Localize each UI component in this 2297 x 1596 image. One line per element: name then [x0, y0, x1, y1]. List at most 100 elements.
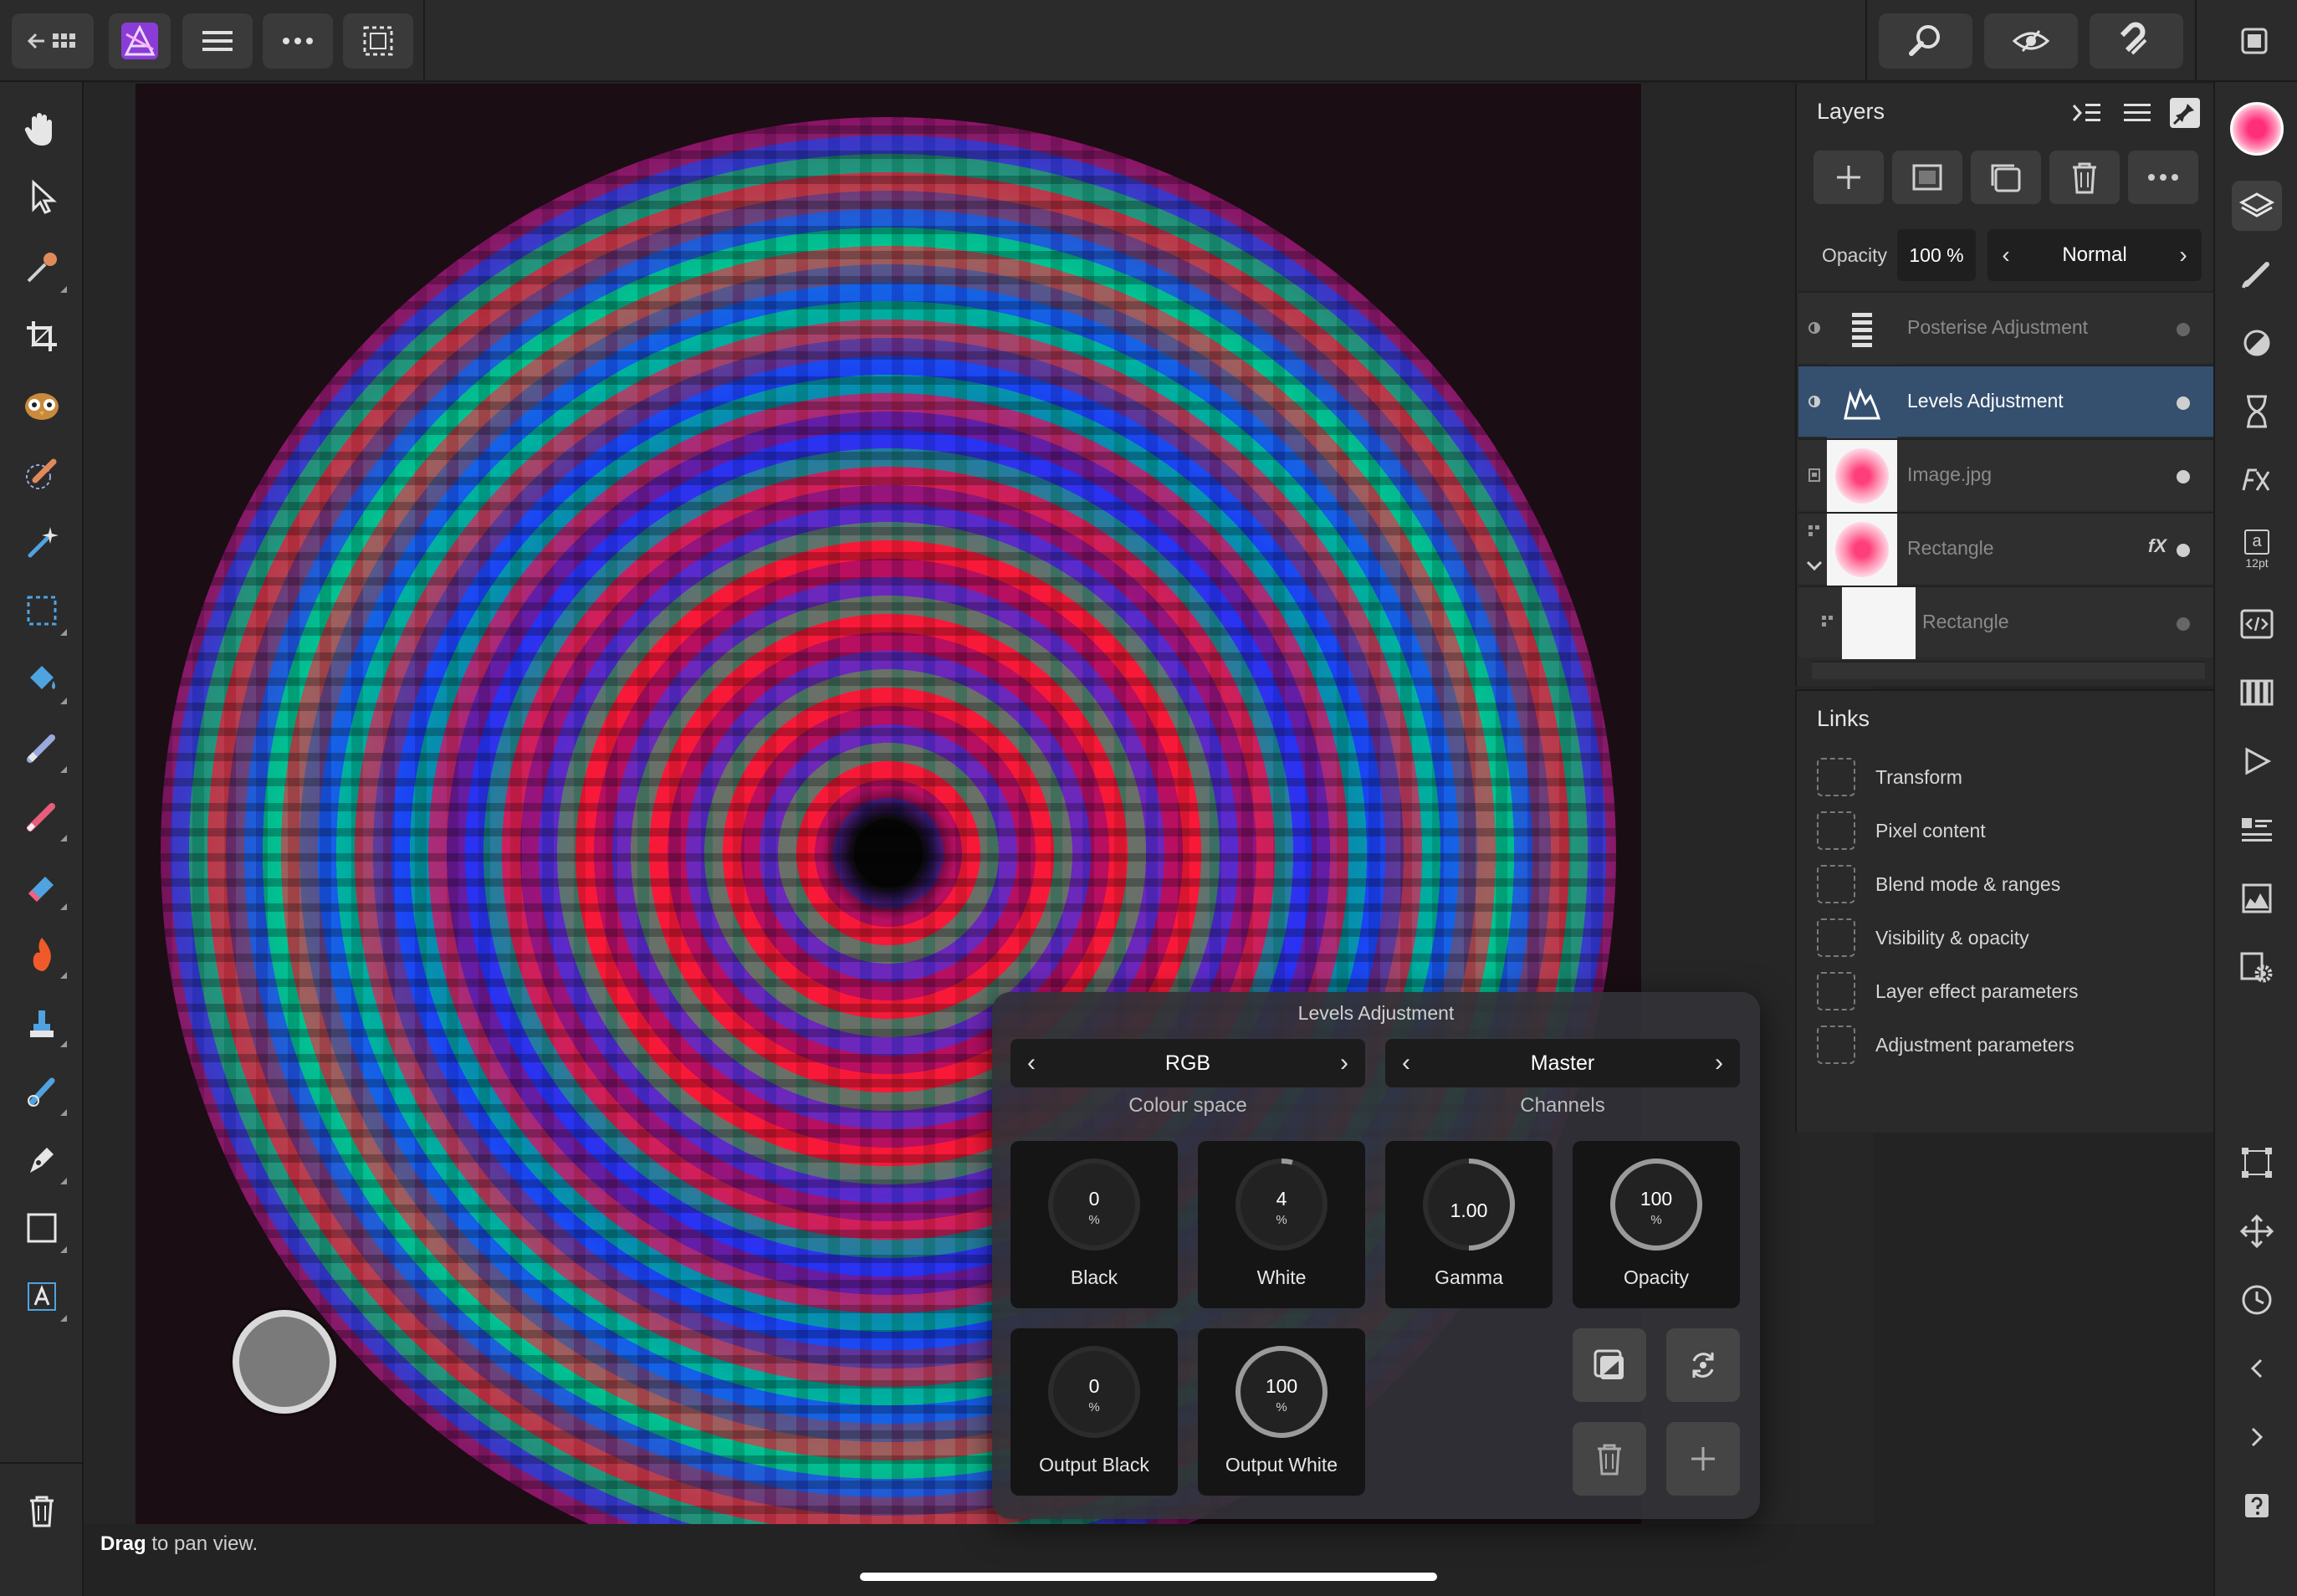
layer-visibility-toggle[interactable]	[2177, 323, 2190, 336]
move-studio-button[interactable]	[2232, 1206, 2282, 1256]
macro-studio-button[interactable]	[2232, 599, 2282, 649]
add-preset-button[interactable]	[1666, 1422, 1740, 1496]
pin-panel-button[interactable]	[2170, 98, 2200, 128]
layer-visibility-toggle[interactable]	[2177, 396, 2190, 410]
gamma-dial-card[interactable]: 1.00 Gamma	[1385, 1141, 1553, 1308]
move-tool[interactable]	[15, 171, 69, 224]
delete-adjustment-button[interactable]	[1573, 1422, 1646, 1496]
channels-studio-button[interactable]	[2232, 668, 2282, 718]
selection-brush-tool[interactable]	[15, 447, 69, 500]
snapping-button[interactable]	[2090, 13, 2183, 69]
white-level-dial-card[interactable]: 4 % White	[1198, 1141, 1365, 1308]
persona-photo-button[interactable]	[109, 13, 171, 69]
white-level-dial[interactable]: 4 %	[1231, 1154, 1332, 1255]
clone-brush-tool[interactable]	[15, 995, 69, 1049]
marquee-tool[interactable]	[15, 584, 69, 637]
fullscreen-button[interactable]	[2227, 13, 2282, 69]
panel-menu-button[interactable]	[2120, 95, 2155, 130]
reset-adjustment-button[interactable]	[1666, 1328, 1740, 1402]
history-studio-button[interactable]	[2232, 386, 2282, 437]
channels-selector[interactable]: ‹ Master ›	[1385, 1039, 1740, 1087]
help-button[interactable]	[2232, 1481, 2282, 1531]
layer-row[interactable]: Image.jpg	[1798, 438, 2213, 512]
chevron-left-icon[interactable]: ‹	[1385, 1039, 1427, 1087]
colour-swatch-button[interactable]	[2230, 102, 2284, 156]
black-level-dial[interactable]: 0 %	[1044, 1154, 1144, 1255]
assets-studio-button[interactable]	[2232, 805, 2282, 855]
opacity-field[interactable]: 100 %	[1897, 229, 1976, 281]
opacity-dial-card[interactable]: 100 % Opacity	[1573, 1141, 1740, 1308]
redo-button[interactable]	[2232, 1412, 2282, 1462]
brushes-studio-button[interactable]	[2232, 249, 2282, 299]
blend-mode-selector[interactable]: ‹ Normal ›	[1987, 229, 2202, 281]
undo-button[interactable]	[2232, 1343, 2282, 1394]
layer-visibility-toggle[interactable]	[2177, 470, 2190, 483]
add-layer-button[interactable]	[1814, 151, 1884, 204]
character-studio-button[interactable]: a 12pt	[2232, 524, 2282, 574]
chevron-left-icon[interactable]: ‹	[1987, 229, 2024, 281]
black-level-dial-card[interactable]: 0 % Black	[1010, 1141, 1178, 1308]
selection-button[interactable]	[343, 13, 413, 69]
erase-brush-tool[interactable]	[15, 858, 69, 912]
colour-space-selector[interactable]: ‹ RGB ›	[1010, 1039, 1365, 1087]
output-black-dial-card[interactable]: 0 % Output Black	[1010, 1328, 1178, 1496]
histogram-studio-button[interactable]	[2232, 873, 2282, 923]
layer-options-button[interactable]	[2128, 151, 2198, 204]
pixel-brush-tool[interactable]	[15, 790, 69, 843]
menu-button[interactable]	[182, 13, 253, 69]
gamma-dial[interactable]: 1.00	[1419, 1154, 1519, 1255]
layer-row[interactable]: Rectangle	[1798, 586, 2213, 659]
colour-picker-tool[interactable]	[15, 241, 69, 294]
crop-tool[interactable]	[15, 309, 69, 363]
fx-studio-button[interactable]	[2232, 455, 2282, 505]
layer-visibility-toggle[interactable]	[2177, 617, 2190, 631]
checkbox[interactable]	[1817, 1026, 1855, 1064]
history-clock-button[interactable]	[2232, 1275, 2282, 1325]
output-white-dial-card[interactable]: 100 % Output White	[1198, 1328, 1365, 1496]
delete-button[interactable]	[15, 1484, 69, 1537]
artistic-text-tool[interactable]	[15, 1270, 69, 1323]
burn-brush-tool[interactable]	[15, 927, 69, 980]
chevron-left-icon[interactable]: ‹	[1010, 1039, 1052, 1087]
home-indicator[interactable]	[860, 1573, 1437, 1581]
output-black-dial[interactable]: 0 %	[1044, 1342, 1144, 1442]
collapse-panel-button[interactable]	[2069, 95, 2105, 130]
navigator-studio-button[interactable]	[2232, 736, 2282, 786]
layer-row-selected[interactable]: Levels Adjustment	[1798, 365, 2213, 438]
liquify-persona-tool[interactable]	[15, 378, 69, 432]
back-to-gallery-button[interactable]	[12, 13, 94, 69]
opacity-dial[interactable]: 100 %	[1606, 1154, 1706, 1255]
output-white-dial[interactable]: 100 %	[1231, 1342, 1332, 1442]
view-mode-button[interactable]	[1984, 13, 2078, 69]
transform-studio-button[interactable]	[2232, 1138, 2282, 1188]
add-mask-button[interactable]	[1892, 151, 1962, 204]
adjustments-studio-button[interactable]	[2232, 318, 2282, 368]
zoom-button[interactable]	[1879, 13, 1972, 69]
layer-row[interactable]: Posterise Adjustment	[1798, 291, 2213, 365]
rectangle-tool[interactable]	[15, 1201, 69, 1255]
layer-row[interactable]: Rectangle fX	[1798, 512, 2213, 586]
layers-studio-button[interactable]	[2232, 181, 2282, 231]
chevron-right-icon[interactable]: ›	[2165, 229, 2202, 281]
layer-visibility-toggle[interactable]	[2177, 544, 2190, 557]
checkbox[interactable]	[1817, 811, 1855, 850]
checkbox[interactable]	[1817, 972, 1855, 1010]
chevron-right-icon[interactable]: ›	[1698, 1039, 1740, 1087]
flood-select-tool[interactable]	[15, 515, 69, 569]
more-options-button[interactable]	[263, 13, 333, 69]
chevron-right-icon[interactable]: ›	[1323, 1039, 1365, 1087]
floating-modifier-button[interactable]	[233, 1310, 336, 1414]
checkbox[interactable]	[1817, 918, 1855, 957]
paint-brush-tool[interactable]	[15, 721, 69, 775]
flood-fill-tool[interactable]	[15, 652, 69, 706]
pen-tool[interactable]	[15, 1133, 69, 1186]
settings-studio-button[interactable]	[2232, 942, 2282, 992]
blemish-removal-tool[interactable]	[15, 1064, 69, 1118]
checkbox[interactable]	[1817, 865, 1855, 903]
view-tool[interactable]	[15, 102, 69, 156]
add-group-button[interactable]	[1971, 151, 2041, 204]
delete-layer-button[interactable]	[2049, 151, 2120, 204]
checkbox[interactable]	[1817, 758, 1855, 796]
merge-adjustment-button[interactable]	[1573, 1328, 1646, 1402]
chevron-down-icon[interactable]	[1805, 557, 1824, 574]
